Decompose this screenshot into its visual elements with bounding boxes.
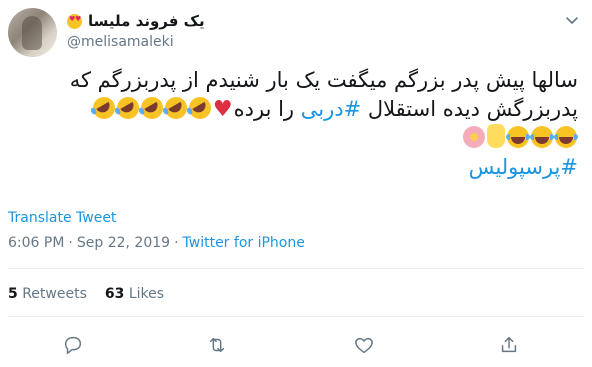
rofl-emoji-icon (160, 92, 191, 124)
like-heart-icon[interactable] (353, 334, 375, 356)
divider (8, 316, 584, 317)
divider (8, 268, 584, 269)
share-icon[interactable] (498, 334, 520, 356)
raised-hand-emoji-icon (487, 124, 505, 148)
joy-emoji-icon (530, 126, 554, 148)
rofl-emoji-icon (112, 92, 143, 124)
tweet-date[interactable]: Sep 22, 2019 (77, 235, 170, 251)
meta-separator: · (68, 235, 73, 251)
tweet-line-3 (18, 124, 578, 153)
tweet-line-4: #پرسپولیس (18, 153, 578, 182)
joy-emoji-icon (506, 126, 530, 148)
rofl-emoji-icon (88, 92, 119, 124)
red-heart-emoji-icon: ♥ (212, 97, 233, 122)
meta-separator: · (174, 235, 179, 251)
reply-icon[interactable] (62, 334, 84, 356)
user-names[interactable]: یک فروند ملیسا @melisamaleki (67, 10, 205, 52)
retweet-icon[interactable] (206, 334, 228, 356)
likes-count: 63 (104, 286, 125, 302)
tweet-line-2-suffix: را برده (233, 97, 295, 121)
rofl-emoji-icon (136, 92, 167, 124)
cherry-blossom-emoji-icon (463, 126, 485, 148)
avatar[interactable] (8, 8, 57, 57)
tweet-stats: 5 Retweets 63 Likes (8, 286, 164, 302)
likes-label: Likes (128, 286, 165, 302)
retweets-label: Retweets (22, 286, 87, 302)
tweet-text: سالها پیش پدر بزرگم میگفت یک بار شنیدم ا… (18, 66, 578, 182)
joy-emoji-icon (554, 126, 578, 148)
tweet-actions (0, 330, 592, 360)
likes-stat[interactable]: 63 Likes (105, 286, 164, 302)
display-name[interactable]: یک فروند ملیسا (88, 12, 205, 30)
retweets-count: 5 (8, 286, 18, 302)
hashtag-perspolis-link[interactable]: #پرسپولیس (469, 155, 578, 179)
translate-tweet-link[interactable]: Translate Tweet (8, 210, 116, 226)
tweet-card: یک فروند ملیسا @melisamaleki سالها پیش پ… (0, 0, 592, 367)
tweet-line-2-prefix: پدربزرگش دیده استقلال (367, 97, 578, 121)
tweet-line-2: پدربزرگش دیده استقلال #دربی را برده♥ (18, 92, 578, 124)
user-handle[interactable]: @melisamaleki (67, 32, 205, 52)
heart-eyes-emoji-icon (67, 13, 82, 29)
chevron-down-icon[interactable] (564, 12, 580, 28)
tweet-source-link[interactable]: Twitter for iPhone (183, 235, 305, 251)
display-name-row[interactable]: یک فروند ملیسا (67, 10, 205, 32)
tweet-line-1: سالها پیش پدر بزرگم میگفت یک بار شنیدم ا… (69, 68, 578, 92)
retweets-stat[interactable]: 5 Retweets (8, 286, 87, 302)
tweet-time[interactable]: 6:06 PM (8, 235, 64, 251)
tweet-header: یک فروند ملیسا @melisamaleki (8, 8, 584, 57)
hashtag-derby-link[interactable]: #دربی (301, 97, 361, 121)
tweet-meta: 6:06 PM · Sep 22, 2019 · Twitter for iPh… (8, 235, 305, 251)
rofl-emoji-icon (184, 92, 215, 124)
